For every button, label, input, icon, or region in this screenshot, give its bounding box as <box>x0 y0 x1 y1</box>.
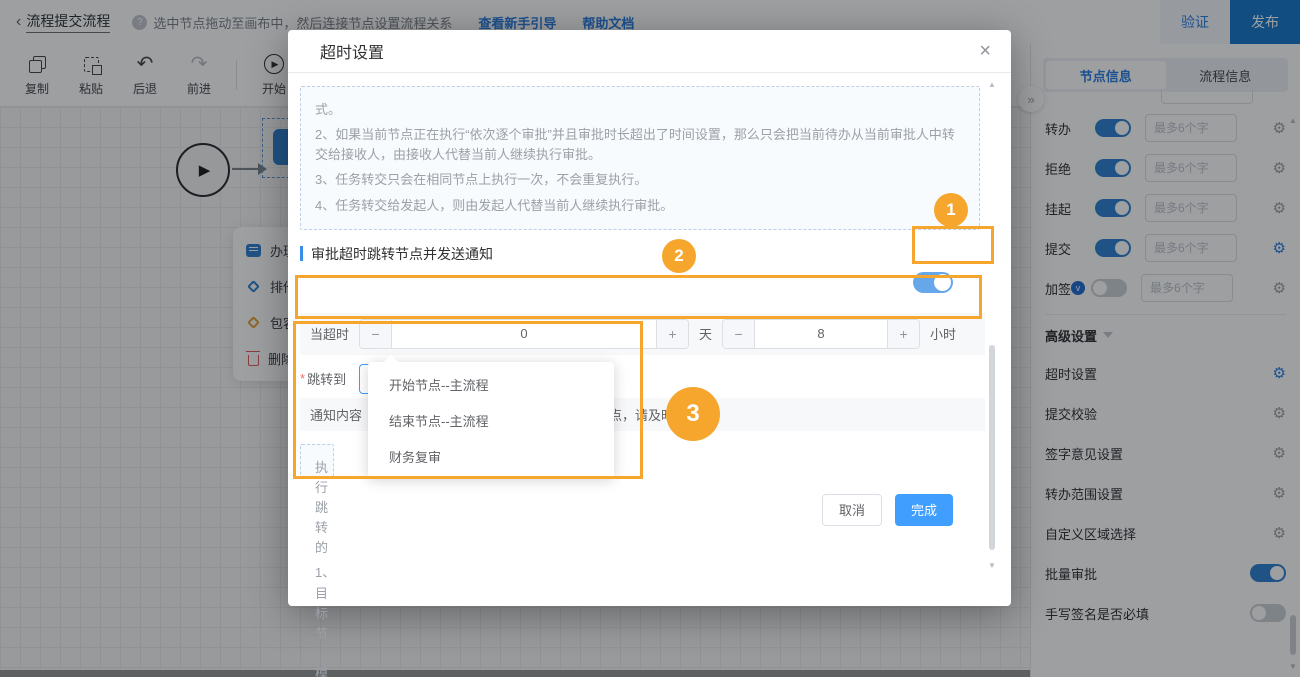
annotation-badge-3: 3 <box>666 387 720 441</box>
dialog-header: 超时设置 × <box>288 30 1011 73</box>
note-line: 1、目标节模式不能为“在预设人员中选取”；如果系统无法自动查找到目标节点上 <box>315 563 319 677</box>
scroll-up-icon[interactable]: ▲ <box>988 80 996 89</box>
scroll-thumb[interactable] <box>989 345 995 550</box>
minus-icon[interactable]: − <box>723 320 755 348</box>
hours-unit: 小时 <box>930 324 956 343</box>
section-title: 审批超时跳转节点并发送通知 <box>311 244 493 264</box>
close-icon[interactable]: × <box>979 40 991 63</box>
note-line: 式。 <box>315 100 965 120</box>
section-header: 审批超时跳转节点并发送通知 <box>300 244 981 264</box>
days-unit: 天 <box>699 324 712 343</box>
hours-value[interactable]: 8 <box>755 320 887 348</box>
annotation-badge-2: 2 <box>662 239 696 273</box>
dialog-scrollbar[interactable]: ▲ ▼ <box>987 80 997 570</box>
done-button[interactable]: 完成 <box>895 494 953 526</box>
cancel-button[interactable]: 取消 <box>822 494 882 526</box>
note-line: 2、如果当前节点正在执行“依次逐个审批”并且审批时长超出了时间设置，那么只会把当… <box>315 125 965 165</box>
plus-icon[interactable]: + <box>887 320 919 348</box>
annotation-badge-1: 1 <box>934 193 968 227</box>
annotation-box-2 <box>295 275 982 319</box>
note-line: 4、任务转交给发起人，则由发起人代替当前人继续执行审批。 <box>315 196 965 216</box>
app-root: ‹ 流程提交流程 ? 选中节点拖动至画布中，然后连接节点设置流程关系 查看新手引… <box>0 0 1300 677</box>
annotation-box-1 <box>912 226 994 264</box>
annotation-box-3 <box>293 321 643 479</box>
section-accent-bar <box>300 246 303 261</box>
top-notes-box: 式。 2、如果当前节点正在执行“依次逐个审批”并且审批时长超出了时间设置，那么只… <box>300 86 980 230</box>
plus-icon[interactable]: + <box>656 320 688 348</box>
dialog-title: 超时设置 <box>320 39 384 63</box>
hours-stepper: − 8 + <box>722 319 920 349</box>
note-line: 3、任务转交只会在相同节点上执行一次，不会重复执行。 <box>315 170 965 190</box>
scroll-down-icon[interactable]: ▼ <box>988 561 996 570</box>
